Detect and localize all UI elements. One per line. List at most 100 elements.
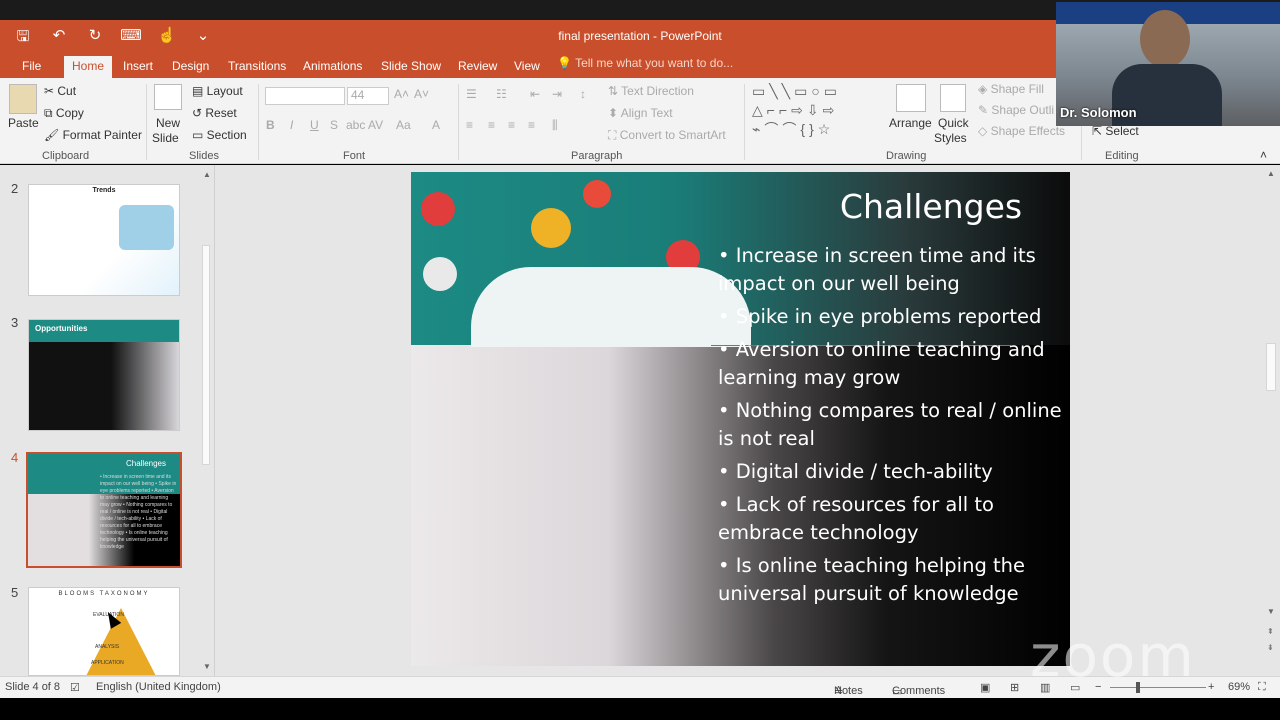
layout-button[interactable]: ▤ Layout [192, 84, 243, 98]
arrange-button[interactable]: Arrange [889, 116, 932, 130]
align-center-icon[interactable]: ≡ [488, 118, 495, 132]
next-slide-icon[interactable]: ⇟ [1267, 643, 1274, 652]
section-icon: ▭ [192, 128, 207, 142]
zoom-in-icon[interactable]: + [1208, 681, 1214, 693]
decrease-indent-icon[interactable]: ⇤ [530, 87, 540, 101]
tab-file[interactable]: File [14, 56, 49, 78]
shape-fill-button[interactable]: ◈ Shape Fill [978, 82, 1044, 96]
bullet-item: • Spike in eye problems reported [718, 305, 1042, 328]
font-name-box[interactable] [265, 87, 345, 105]
shadow-icon[interactable]: S [330, 118, 338, 132]
shapes-gallery[interactable]: ▭╲╲▭○▭ △⌐⌐⇨⇩⇨ ⌁⌒⌒{}☆ [752, 82, 878, 142]
strikethrough-icon[interactable]: abc [346, 118, 365, 132]
scroll-thumb[interactable] [1266, 343, 1276, 391]
new-slide-icon[interactable] [154, 84, 182, 110]
tab-review[interactable]: Review [450, 56, 505, 78]
align-left-icon[interactable]: ≡ [466, 118, 473, 132]
group-separator [744, 84, 745, 160]
arrange-icon[interactable] [896, 84, 926, 112]
numbering-icon[interactable]: ☷ [496, 87, 507, 101]
bold-icon[interactable]: B [266, 118, 275, 132]
quick-styles-button[interactable]: Quick [938, 116, 969, 130]
zoom-level[interactable]: 69% [1228, 681, 1250, 693]
normal-view-icon[interactable]: ▣ [980, 681, 990, 694]
bullets-icon[interactable]: ☰ [466, 87, 477, 101]
text-direction-button[interactable]: ⇅ Text Direction [608, 84, 694, 98]
quick-styles-label2[interactable]: Styles [934, 131, 967, 145]
font-size-box[interactable]: 44 [347, 87, 389, 105]
speaker-face [1140, 10, 1190, 68]
new-slide-label2[interactable]: Slide [152, 131, 179, 145]
slide-thumbnail[interactable]: Opportunities [28, 319, 180, 431]
scroll-up-icon[interactable]: ▲ [203, 170, 211, 179]
scroll-thumb[interactable] [202, 245, 210, 465]
line-spacing-icon[interactable]: ↕ [580, 87, 586, 101]
font-shrink-icon[interactable]: A˅ [414, 87, 429, 101]
tell-me-search[interactable]: 💡 Tell me what you want to do... [557, 56, 733, 70]
underline-icon[interactable]: U [310, 118, 319, 132]
zoom-watermark: zoom [1030, 622, 1196, 690]
copy-button[interactable]: ⧉ Copy [44, 106, 84, 121]
tab-insert[interactable]: Insert [115, 56, 161, 78]
select-button[interactable]: ⇱ Select [1092, 124, 1139, 138]
align-text-button[interactable]: ⬍ Align Text [608, 106, 673, 120]
drawing-group-label: Drawing [886, 150, 927, 162]
language-indicator[interactable]: English (United Kingdom) [96, 681, 221, 693]
slide-thumbnail-selected[interactable]: Challenges • Increase in screen time and… [26, 452, 182, 568]
shape-outline-button[interactable]: ✎ Shape Outli [978, 103, 1054, 117]
group-separator [258, 84, 259, 160]
slide-thumbnail[interactable]: Trends [28, 184, 180, 296]
increase-indent-icon[interactable]: ⇥ [552, 87, 562, 101]
cut-button[interactable]: ✂ Cut [44, 84, 76, 98]
slide-sorter-icon[interactable]: ⊞ [1010, 681, 1019, 694]
scroll-down-icon[interactable]: ▼ [203, 662, 211, 671]
italic-icon[interactable]: I [290, 118, 293, 132]
previous-slide-icon[interactable]: ⇞ [1267, 627, 1274, 636]
tab-design[interactable]: Design [164, 56, 217, 78]
globe-icon [423, 257, 457, 291]
section-button[interactable]: ▭ Section [192, 128, 247, 142]
tab-transitions[interactable]: Transitions [220, 56, 294, 78]
paragraph-group-label: Paragraph [571, 150, 623, 162]
book-icon [531, 208, 571, 248]
thumb-title: Trends [92, 187, 116, 194]
layout-icon: ▤ [192, 84, 207, 98]
justify-icon[interactable]: ≡ [528, 118, 535, 132]
bullet-item: • Lack of resources for all to embrace t… [718, 493, 994, 544]
slide-thumbnail[interactable]: BLOOMS TAXONOMY EVALUATION ANALYSIS APPL… [28, 587, 180, 676]
fit-to-window-icon[interactable]: ⛶ [1258, 681, 1266, 694]
spellcheck-icon[interactable]: ☑ [70, 681, 80, 694]
thumbnail-scrollbar[interactable]: ▲ ▼ [200, 170, 212, 671]
quick-styles-icon[interactable] [940, 84, 966, 112]
change-case-icon[interactable]: Aa [396, 118, 411, 132]
char-spacing-icon[interactable]: AV [368, 118, 383, 132]
tab-view[interactable]: View [506, 56, 548, 78]
font-color-icon[interactable]: A [432, 118, 440, 132]
scroll-up-icon[interactable]: ▲ [1267, 169, 1275, 178]
bullet-item: • Aversion to online teaching and learni… [718, 338, 1045, 389]
tab-home[interactable]: Home [64, 56, 113, 78]
thumb-number: 3 [11, 315, 19, 330]
slide-title[interactable]: Challenges [811, 187, 1051, 226]
align-right-icon[interactable]: ≡ [508, 118, 515, 132]
editing-group-label: Editing [1105, 150, 1139, 162]
collapse-ribbon-icon[interactable]: ˄ [1260, 148, 1267, 162]
paste-button[interactable]: Paste [8, 116, 39, 130]
tab-animations[interactable]: Animations [295, 56, 370, 78]
reset-button[interactable]: ↺ Reset [192, 106, 237, 120]
editor-scrollbar[interactable]: ▲ ▼ ⇞ ⇟ [1262, 165, 1280, 676]
tab-slide-show[interactable]: Slide Show [373, 56, 449, 78]
smartart-button[interactable]: ⛶ Convert to SmartArt [608, 128, 726, 143]
pyramid-level: APPLICATION [91, 660, 124, 666]
slide-bullet-list[interactable]: • Increase in screen time and its impact… [718, 242, 1063, 613]
font-grow-icon[interactable]: A˄ [394, 87, 409, 101]
scroll-down-icon[interactable]: ▼ [1267, 607, 1275, 616]
format-painter-button[interactable]: 🖌 Format Painter [44, 128, 142, 142]
new-slide-button[interactable]: New [156, 116, 180, 130]
effects-icon: ◇ [978, 124, 991, 138]
shape-effects-button[interactable]: ◇ Shape Effects [978, 124, 1065, 138]
paste-icon[interactable] [9, 84, 37, 114]
participant-video[interactable]: Dr. Solomon [1056, 2, 1280, 126]
slide-canvas[interactable]: Challenges • Increase in screen time and… [411, 172, 1070, 666]
columns-icon[interactable]: ⫼ [552, 118, 558, 133]
